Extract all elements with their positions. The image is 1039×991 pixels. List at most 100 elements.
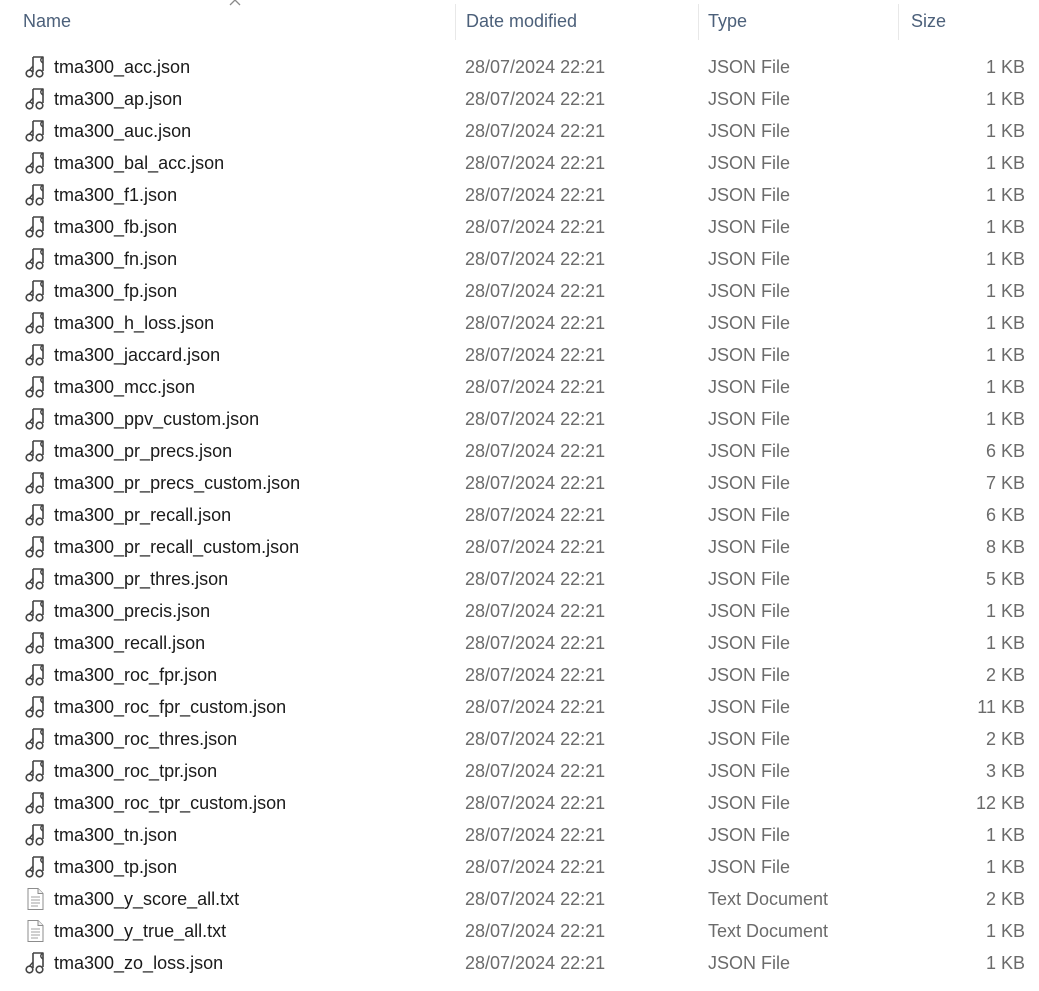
file-size: 1 KB <box>985 633 1025 653</box>
file-date-modified: 28/07/2024 22:21 <box>465 153 606 173</box>
file-date-modified: 28/07/2024 22:21 <box>465 921 606 941</box>
file-size: 8 KB <box>985 537 1025 557</box>
file-date-modified: 28/07/2024 22:21 <box>465 665 606 685</box>
file-type: JSON File <box>708 953 791 973</box>
file-size: 1 KB <box>985 921 1025 941</box>
file-name: tma300_pr_thres.json <box>54 569 229 589</box>
json-file-icon <box>24 55 46 79</box>
file-type: JSON File <box>708 601 791 621</box>
file-size: 1 KB <box>985 377 1025 397</box>
file-row[interactable]: tma300_roc_tpr_custom.json 28/07/2024 22:… <box>0 787 1039 819</box>
file-type: JSON File <box>708 217 791 237</box>
json-file-icon <box>24 215 46 239</box>
file-name: tma300_bal_acc.json <box>54 153 225 173</box>
file-type: JSON File <box>708 793 791 813</box>
file-name: tma300_f1.json <box>54 185 178 205</box>
file-type: JSON File <box>708 409 791 429</box>
json-file-icon <box>24 951 46 975</box>
file-row[interactable]: tma300_mcc.json 28/07/2024 22:21 JSON File… <box>0 371 1039 403</box>
file-type: JSON File <box>708 249 791 269</box>
file-date-modified: 28/07/2024 22:21 <box>465 729 606 749</box>
file-row[interactable]: tma300_fp.json 28/07/2024 22:21 JSON File 1… <box>0 275 1039 307</box>
column-header-size[interactable]: Size <box>911 0 1031 42</box>
file-row[interactable]: tma300_pr_recall.json 28/07/2024 22:21 JSO… <box>0 499 1039 531</box>
file-date-modified: 28/07/2024 22:21 <box>465 89 606 109</box>
file-row[interactable]: tma300_roc_thres.json 28/07/2024 22:21 JSO… <box>0 723 1039 755</box>
file-name: tma300_pr_recall_custom.json <box>54 537 300 557</box>
file-date-modified: 28/07/2024 22:21 <box>465 505 606 525</box>
json-file-icon <box>24 151 46 175</box>
file-type: JSON File <box>708 153 791 173</box>
file-type: JSON File <box>708 633 791 653</box>
json-file-icon <box>24 695 46 719</box>
file-date-modified: 28/07/2024 22:21 <box>465 633 606 653</box>
column-header-date-modified[interactable]: Date modified <box>466 0 696 42</box>
file-row[interactable]: tma300_jaccard.json 28/07/2024 22:21 JSON … <box>0 339 1039 371</box>
file-row[interactable]: tma300_f1.json 28/07/2024 22:21 JSON File 1… <box>0 179 1039 211</box>
file-name: tma300_pr_precs.json <box>54 441 233 461</box>
file-row[interactable]: tma300_auc.json 28/07/2024 22:21 JSON File… <box>0 115 1039 147</box>
file-row[interactable]: tma300_ppv_custom.json 28/07/2024 22:21 JS… <box>0 403 1039 435</box>
file-size: 6 KB <box>985 505 1025 525</box>
file-date-modified: 28/07/2024 22:21 <box>465 473 606 493</box>
json-file-icon <box>24 279 46 303</box>
file-date-modified: 28/07/2024 22:21 <box>465 569 606 589</box>
file-date-modified: 28/07/2024 22:21 <box>465 857 606 877</box>
file-row[interactable]: tma300_y_true_all.txt 28/07/2024 22:21 Tex… <box>0 915 1039 947</box>
file-type: Text Document <box>708 921 829 941</box>
column-header-name[interactable]: Name <box>23 0 453 42</box>
file-name: tma300_acc.json <box>54 57 191 77</box>
file-size: 1 KB <box>985 857 1025 877</box>
column-divider[interactable] <box>698 4 699 40</box>
file-row[interactable]: tma300_fb.json 28/07/2024 22:21 JSON File 1… <box>0 211 1039 243</box>
file-size: 11 KB <box>977 697 1025 717</box>
file-type: JSON File <box>708 473 791 493</box>
file-name: tma300_pr_recall.json <box>54 505 232 525</box>
file-row[interactable]: tma300_tp.json 28/07/2024 22:21 JSON File 1… <box>0 851 1039 883</box>
file-date-modified: 28/07/2024 22:21 <box>465 441 606 461</box>
file-size: 2 KB <box>985 665 1025 685</box>
file-type: JSON File <box>708 761 791 781</box>
file-row[interactable]: tma300_bal_acc.json 28/07/2024 22:21 JSON … <box>0 147 1039 179</box>
file-row[interactable]: tma300_roc_fpr_custom.json 28/07/2024 22:… <box>0 691 1039 723</box>
file-row[interactable]: tma300_pr_precs.json 28/07/2024 22:21 JSON… <box>0 435 1039 467</box>
file-date-modified: 28/07/2024 22:21 <box>465 793 606 813</box>
json-file-icon <box>24 439 46 463</box>
file-row[interactable]: tma300_y_score_all.txt 28/07/2024 22:21 Te… <box>0 883 1039 915</box>
file-row[interactable]: tma300_pr_precs_custom.json 28/07/2024 22… <box>0 467 1039 499</box>
file-row[interactable]: tma300_recall.json 28/07/2024 22:21 JSON F… <box>0 627 1039 659</box>
file-name: tma300_precis.json <box>54 601 211 621</box>
file-row[interactable]: tma300_fn.json 28/07/2024 22:21 JSON File 1… <box>0 243 1039 275</box>
json-file-icon <box>24 855 46 879</box>
file-row[interactable]: tma300_roc_tpr.json 28/07/2024 22:21 JSON … <box>0 755 1039 787</box>
file-name: tma300_roc_thres.json <box>54 729 238 749</box>
file-type: JSON File <box>708 729 791 749</box>
file-row[interactable]: tma300_acc.json 28/07/2024 22:21 JSON File… <box>0 51 1039 83</box>
file-row[interactable]: tma300_roc_fpr.json 28/07/2024 22:21 JSON … <box>0 659 1039 691</box>
json-file-icon <box>24 535 46 559</box>
file-size: 12 KB <box>975 793 1025 813</box>
file-row[interactable]: tma300_tn.json 28/07/2024 22:21 JSON File 1… <box>0 819 1039 851</box>
file-date-modified: 28/07/2024 22:21 <box>465 57 606 77</box>
file-row[interactable]: tma300_pr_recall_custom.json 28/07/2024 2… <box>0 531 1039 563</box>
file-size: 3 KB <box>985 761 1025 781</box>
file-date-modified: 28/07/2024 22:21 <box>465 217 606 237</box>
file-row[interactable]: tma300_pr_thres.json 28/07/2024 22:21 JSON… <box>0 563 1039 595</box>
file-name: tma300_auc.json <box>54 121 192 141</box>
column-divider[interactable] <box>898 4 899 40</box>
column-header-type[interactable]: Type <box>708 0 898 42</box>
file-size: 1 KB <box>985 409 1025 429</box>
file-name: tma300_roc_fpr_custom.json <box>54 697 287 717</box>
json-file-icon <box>24 247 46 271</box>
file-row[interactable]: tma300_ap.json 28/07/2024 22:21 JSON File 1… <box>0 83 1039 115</box>
file-row[interactable]: tma300_h_loss.json 28/07/2024 22:21 JSON F… <box>0 307 1039 339</box>
file-row[interactable]: tma300_precis.json 28/07/2024 22:21 JSON F… <box>0 595 1039 627</box>
file-name: tma300_tp.json <box>54 857 178 877</box>
json-file-icon <box>24 375 46 399</box>
file-date-modified: 28/07/2024 22:21 <box>465 313 606 333</box>
file-date-modified: 28/07/2024 22:21 <box>465 537 606 557</box>
json-file-icon <box>24 759 46 783</box>
column-divider[interactable] <box>455 4 456 40</box>
file-row[interactable]: tma300_zo_loss.json 28/07/2024 22:21 JSON … <box>0 947 1039 979</box>
file-type: JSON File <box>708 441 791 461</box>
